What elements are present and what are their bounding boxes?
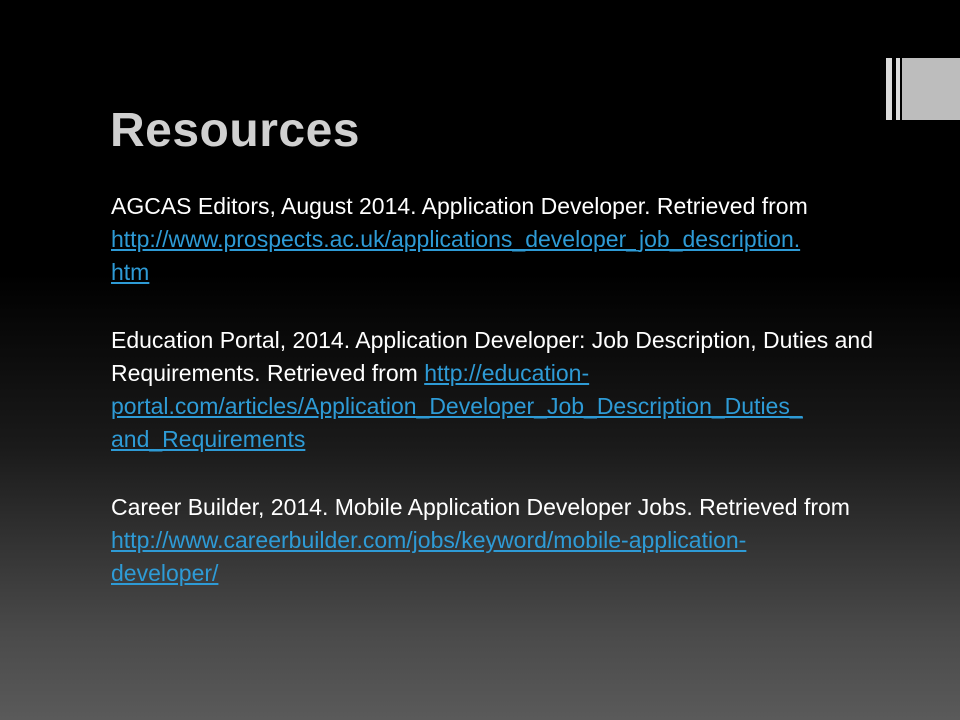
decorative-bar bbox=[886, 58, 892, 120]
reference-item: Education Portal, 2014. Application Deve… bbox=[111, 324, 921, 456]
reference-text: Career Builder, 2014. Mobile Application… bbox=[111, 494, 850, 520]
slide-title: Resources bbox=[110, 104, 360, 157]
reference-link-line: http://education- bbox=[424, 360, 590, 386]
decorative-bar bbox=[896, 58, 900, 120]
reference-item: Career Builder, 2014. Mobile Application… bbox=[111, 491, 921, 590]
reference-text: AGCAS Editors, August 2014. Application … bbox=[111, 193, 808, 219]
reference-link-line: http://www.careerbuilder.com/jobs/keywor… bbox=[111, 527, 747, 553]
decorative-corner-mark bbox=[886, 58, 960, 120]
reference-link-line: http://www.prospects.ac.uk/applications_… bbox=[111, 226, 801, 252]
reference-link[interactable]: http://www.prospects.ac.uk/applications_… bbox=[111, 226, 800, 285]
reference-link-line: developer/ bbox=[111, 560, 219, 586]
reference-link-line: portal.com/articles/Application_Develope… bbox=[111, 393, 803, 419]
decorative-block bbox=[902, 58, 960, 120]
reference-item: AGCAS Editors, August 2014. Application … bbox=[111, 190, 921, 289]
reference-link[interactable]: http://www.careerbuilder.com/jobs/keywor… bbox=[111, 527, 746, 586]
reference-link-line: and_Requirements bbox=[111, 426, 306, 452]
reference-list: AGCAS Editors, August 2014. Application … bbox=[111, 190, 921, 625]
reference-link-line: htm bbox=[111, 259, 150, 285]
